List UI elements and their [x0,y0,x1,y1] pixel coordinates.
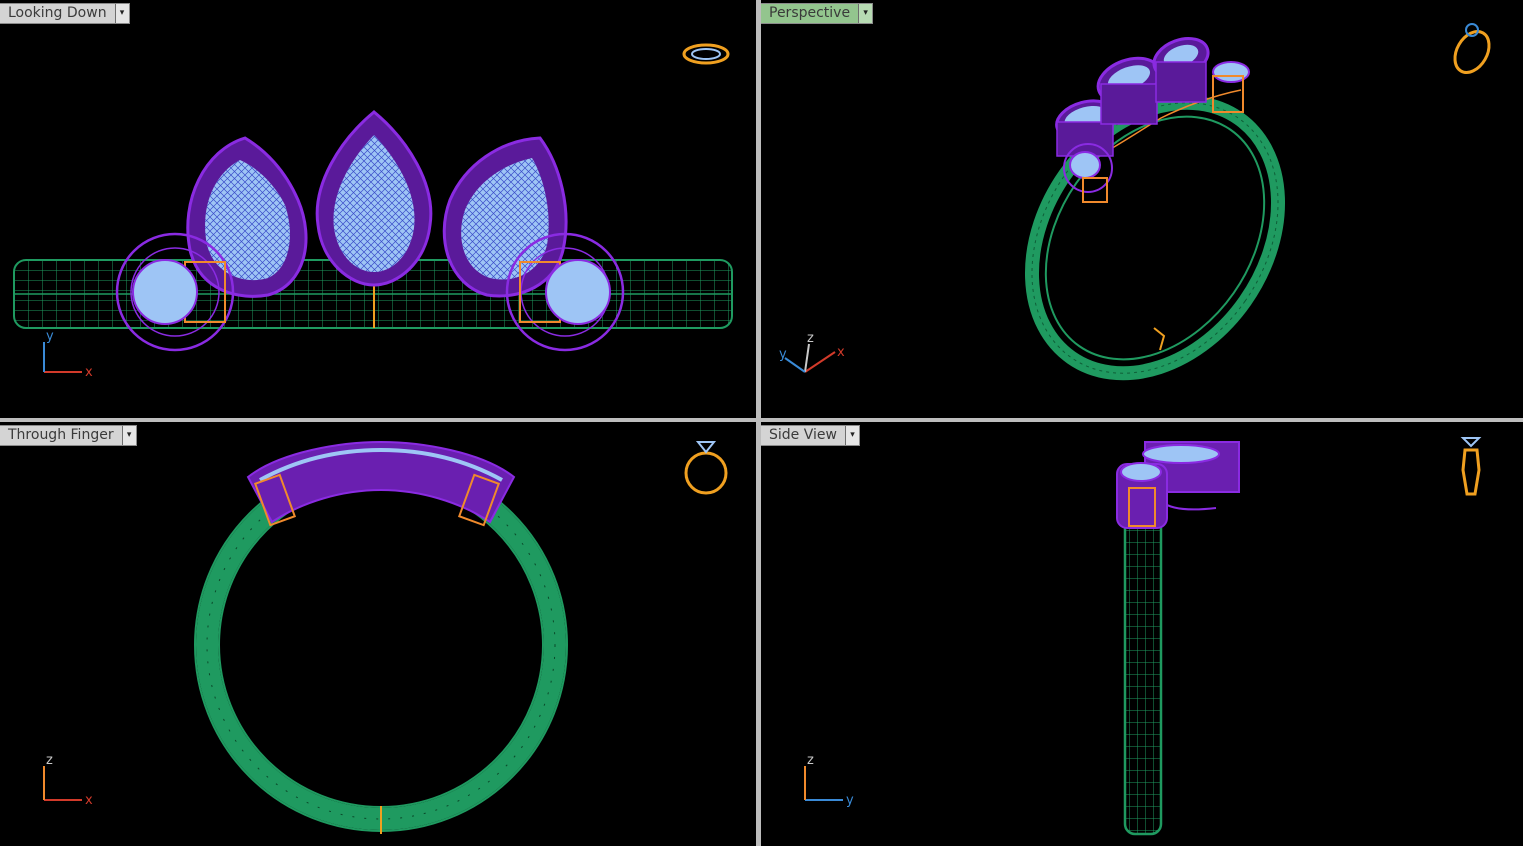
viewport-title: Looking Down [8,5,107,21]
pear-stone-left [186,136,308,298]
perspective-view-canvas[interactable]: x z y [761,0,1523,418]
setting-stones [1116,441,1240,529]
ring-orientation-icon[interactable] [1448,23,1496,79]
viewport-menu-button[interactable]: ▾ [114,4,129,23]
pear-stone-right [442,136,568,298]
viewport-title: Through Finger [8,427,114,443]
axis-y-label: y [779,347,787,362]
axis-z-label: z [807,753,814,768]
pear-stone-center [315,110,433,287]
viewport-side-view[interactable]: Side View ▾ y z [761,422,1523,846]
ring-orientation-icon[interactable] [682,43,730,65]
ring-band-wireframe [1123,510,1163,836]
chevron-down-icon: ▾ [863,8,868,18]
viewport-workspace: Looking Down ▾ x y Perspective ▾ x z y T… [0,0,1523,846]
viewport-tab-looking-down[interactable]: Looking Down ▾ [0,3,130,24]
chevron-down-icon: ▾ [119,8,125,18]
axis-x-label: x [85,365,93,380]
ring-orientation-icon[interactable] [1460,437,1482,496]
viewport-tab-perspective[interactable]: Perspective ▾ [761,3,874,24]
axis-indicator: x z y [779,331,845,373]
top-view-canvas[interactable]: x y [0,0,756,418]
axis-x-label: x [837,345,845,360]
setting-stones [246,440,516,527]
chevron-down-icon: ▾ [850,430,855,440]
axis-z-label: z [807,331,814,346]
axis-y-label: y [846,793,854,808]
viewport-tab-side-view[interactable]: Side View ▾ [761,425,860,446]
viewport-title: Side View [769,427,837,443]
viewport-tab-through-finger[interactable]: Through Finger ▾ [0,425,137,446]
axis-z-label: z [46,753,53,768]
axis-indicator: x y [43,329,93,380]
ring-orientation-icon[interactable] [684,441,728,495]
axis-indicator: y z [804,753,854,808]
viewport-menu-button[interactable]: ▾ [858,4,873,23]
ring-band-wireframe [194,458,568,834]
viewport-menu-button[interactable]: ▾ [844,426,859,445]
axis-indicator: x z [43,753,93,808]
viewport-perspective[interactable]: Perspective ▾ x z y [761,0,1523,418]
side-view-canvas[interactable]: y z [761,422,1523,846]
viewport-looking-down[interactable]: Looking Down ▾ x y [0,0,756,418]
chevron-down-icon: ▾ [126,430,132,440]
front-view-canvas[interactable]: x z [0,422,756,846]
viewport-through-finger[interactable]: Through Finger ▾ x z [0,422,756,846]
setting-stones [1055,37,1250,203]
viewport-title: Perspective [769,5,851,21]
axis-x-label: x [85,793,93,808]
axis-y-label: y [46,329,54,344]
viewport-menu-button[interactable]: ▾ [121,426,136,445]
